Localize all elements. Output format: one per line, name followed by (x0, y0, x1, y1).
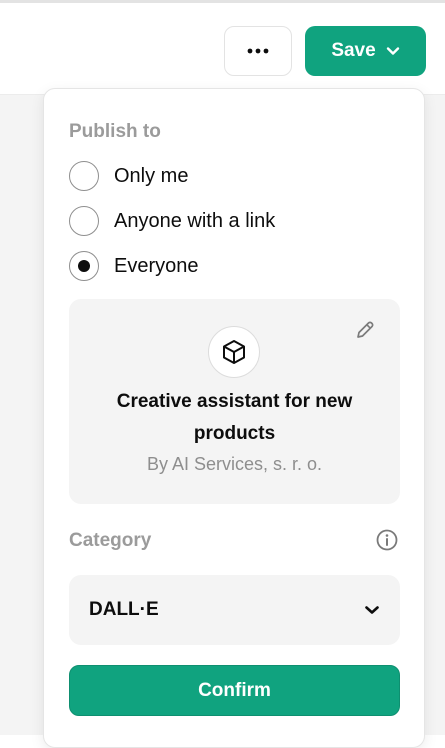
radio-option-only-me[interactable]: Only me (69, 159, 188, 193)
radio-button[interactable] (69, 206, 99, 236)
radio-button-selected[interactable] (69, 251, 99, 281)
radio-option-everyone[interactable]: Everyone (69, 249, 199, 283)
gpt-avatar (208, 326, 260, 378)
category-selected-value: DALL·E (89, 599, 159, 620)
radio-option-anyone-with-link[interactable]: Anyone with a link (69, 204, 275, 238)
info-icon[interactable] (375, 528, 399, 552)
publish-to-heading: Publish to (69, 121, 161, 142)
confirm-button[interactable]: Confirm (69, 665, 400, 716)
radio-button[interactable] (69, 161, 99, 191)
ellipsis-icon (247, 48, 269, 54)
category-heading: Category (69, 530, 152, 551)
radio-label: Only me (114, 164, 189, 187)
radio-label: Anyone with a link (114, 209, 276, 232)
radio-label: Everyone (114, 254, 199, 277)
pencil-icon[interactable] (354, 319, 376, 341)
save-button[interactable]: Save (305, 26, 426, 76)
gpt-preview-card: Creative assistant for new products By A… (69, 299, 400, 504)
save-button-label: Save (331, 40, 376, 61)
cube-icon (223, 340, 245, 364)
radio-selected-dot (78, 260, 90, 272)
more-options-button[interactable] (224, 26, 292, 76)
gpt-name: Creative assistant for new products (116, 391, 353, 444)
gpt-author: By AI Services, s. r. o. (146, 454, 323, 474)
category-select[interactable]: DALL·E (69, 575, 400, 645)
top-bar: Save (0, 3, 445, 95)
chevron-down-icon (365, 606, 379, 614)
publish-popover: Publish to Only me Anyone with a link Ev… (43, 88, 425, 748)
chevron-down-icon (386, 47, 399, 55)
